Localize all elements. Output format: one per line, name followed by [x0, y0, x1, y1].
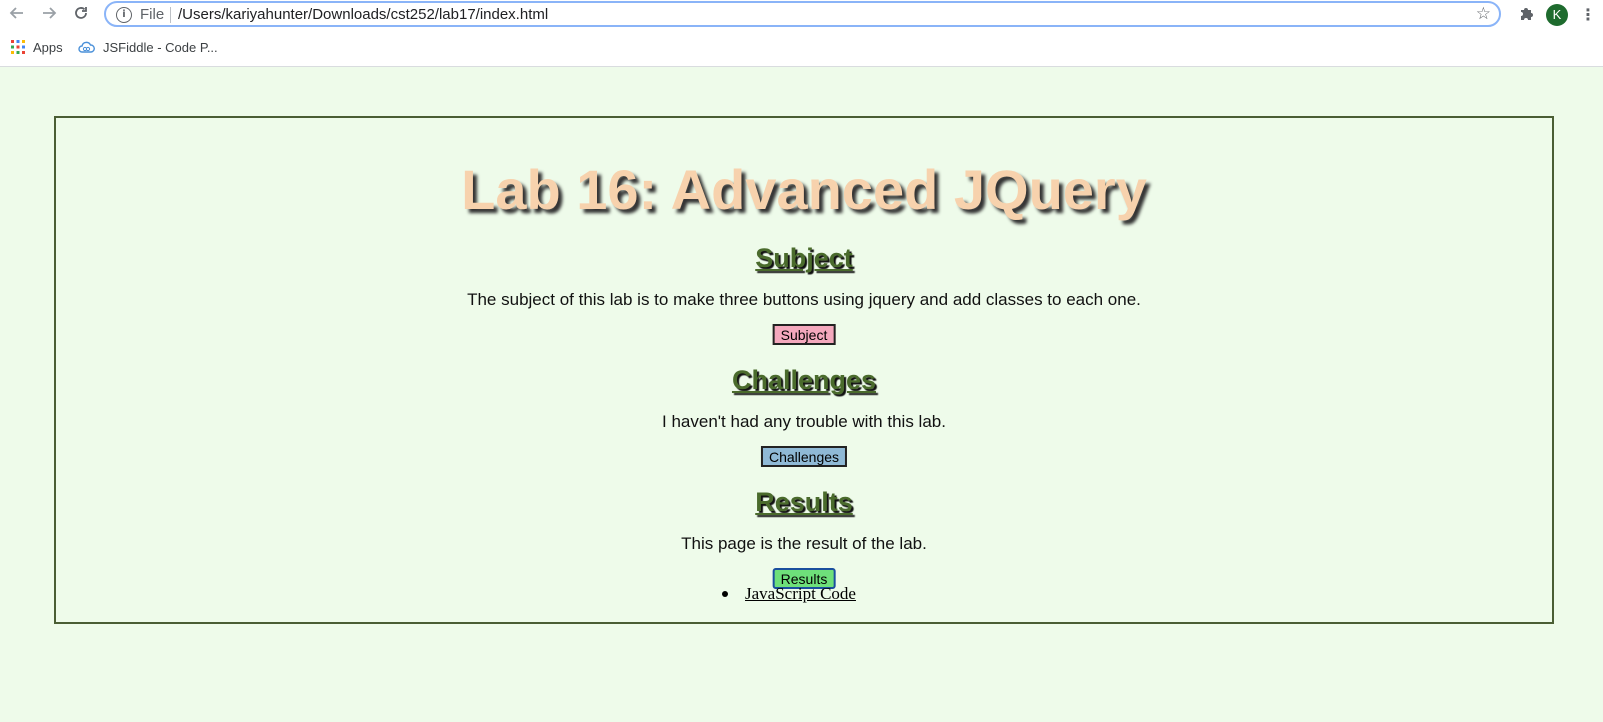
bookmark-jsfiddle[interactable]: JSFiddle - Code P...: [78, 37, 218, 57]
list-item: JavaScript Code: [56, 584, 1552, 604]
reload-button[interactable]: [70, 4, 92, 26]
browser-menu-icon[interactable]: ⋮: [1580, 4, 1596, 26]
back-button[interactable]: [6, 4, 28, 26]
profile-avatar[interactable]: K: [1546, 4, 1568, 26]
forward-button[interactable]: [38, 4, 60, 26]
challenges-heading: Challenges: [731, 365, 877, 395]
back-arrow-icon: [9, 5, 25, 26]
browser-chrome: i File /Users/kariyahunter/Downloads/cst…: [0, 0, 1603, 67]
puzzle-piece-icon: [1518, 4, 1536, 27]
bookmark-apps-label: Apps: [33, 39, 63, 55]
subject-button[interactable]: Subject: [772, 324, 836, 345]
bookmark-star-icon[interactable]: ☆: [1476, 4, 1491, 24]
url-text[interactable]: /Users/kariyahunter/Downloads/cst252/lab…: [178, 6, 548, 23]
omnibox-divider: [170, 7, 171, 23]
url-scheme-label: File: [140, 6, 165, 23]
subject-text: The subject of this lab is to make three…: [467, 290, 1141, 309]
forward-arrow-icon: [41, 5, 57, 26]
list-bullet: [722, 591, 729, 597]
subject-heading: Subject: [755, 243, 853, 273]
results-text: This page is the result of the lab.: [681, 534, 927, 553]
bookmark-apps[interactable]: Apps: [11, 37, 63, 57]
challenges-button[interactable]: Challenges: [760, 446, 848, 467]
jsfiddle-cloud-icon: [78, 41, 95, 54]
javascript-code-link[interactable]: JavaScript Code: [745, 584, 856, 604]
address-bar[interactable]: i File /Users/kariyahunter/Downloads/cst…: [104, 1, 1501, 27]
links-list: JavaScript Code: [56, 584, 1552, 604]
extensions-button[interactable]: [1516, 4, 1538, 26]
lab-content-box: Lab 16: Advanced JQuery Subject The subj…: [54, 116, 1554, 624]
apps-grid-icon: [11, 40, 25, 54]
page-title: Lab 16: Advanced JQuery: [461, 158, 1147, 221]
results-heading: Results: [755, 487, 853, 517]
bookmarks-bar: Apps JSFiddle - Code P...: [0, 34, 1603, 60]
reload-icon: [73, 5, 89, 26]
challenges-text: I haven't had any trouble with this lab.: [662, 412, 946, 431]
browser-toolbar: i File /Users/kariyahunter/Downloads/cst…: [0, 0, 1603, 30]
site-info-icon[interactable]: i: [116, 7, 132, 23]
bookmark-jsfiddle-label: JSFiddle - Code P...: [103, 39, 218, 55]
